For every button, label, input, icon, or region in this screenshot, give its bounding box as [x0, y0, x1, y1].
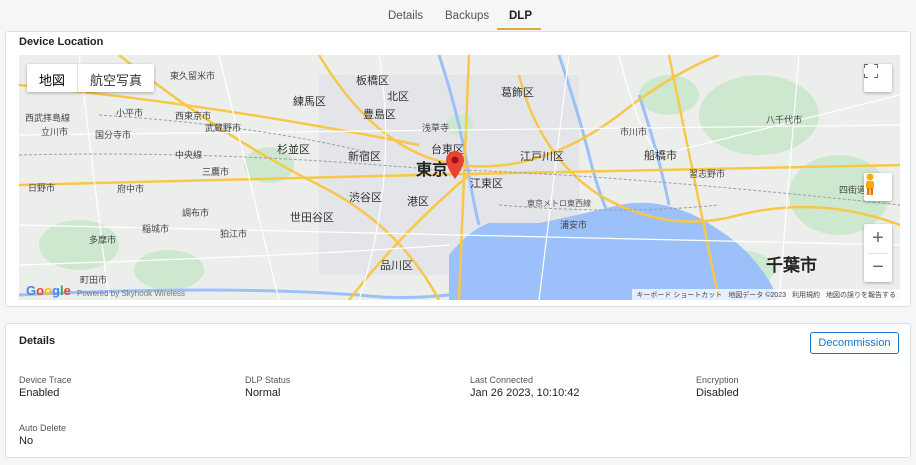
map-label: 船橋市: [644, 150, 677, 162]
map-label: 狛江市: [220, 229, 248, 239]
map-label: 立川市: [41, 127, 69, 137]
report-error-link[interactable]: 地図の誤りを報告する: [826, 290, 896, 300]
tab-backups[interactable]: Backups: [445, 10, 489, 22]
active-tab-indicator: [497, 28, 541, 30]
map-attribution: キーボード ショートカット 地図データ ©2023 利用規約 地図の誤りを報告す…: [632, 289, 900, 300]
auto-delete-label: Auto Delete: [19, 423, 67, 433]
map-label: 練馬区: [293, 96, 326, 108]
details-title: Details: [19, 335, 56, 347]
device-location-card: Device Location 東京 板橋区 北区 葛飾区 練馬区 豊島区 台東…: [5, 31, 911, 307]
map-label: 豊島区: [363, 109, 396, 121]
google-logo[interactable]: Google: [26, 283, 71, 298]
tab-details[interactable]: Details: [388, 10, 423, 22]
map-label: 西武拝島線: [25, 113, 71, 123]
map-label: 江戸川区: [520, 151, 564, 163]
map-label: 北区: [387, 91, 409, 103]
map-label: 板橋区: [356, 75, 389, 87]
map-label: 小平市: [116, 108, 144, 118]
terms-link[interactable]: 利用規約: [792, 290, 820, 300]
map-label: 品川区: [380, 260, 413, 272]
map-label: 渋谷区: [349, 192, 382, 204]
map-label: 千葉市: [766, 256, 817, 275]
map-label-tokyo: 東京: [416, 162, 449, 179]
device-trace-value: Enabled: [19, 387, 60, 399]
map-label: 東京メトロ東西線: [527, 199, 591, 208]
map-label: 市川市: [620, 127, 648, 137]
map-label: 府中市: [117, 184, 145, 194]
keyboard-shortcuts-link[interactable]: キーボード ショートカット: [636, 290, 722, 300]
details-card: Details Decommission Device Trace Enable…: [5, 323, 911, 458]
map-label: 国分寺市: [95, 130, 132, 140]
map-label: 調布市: [182, 208, 210, 218]
map-type-satellite-button[interactable]: 航空写真: [78, 64, 154, 92]
last-connected-label: Last Connected: [470, 375, 534, 385]
fullscreen-icon: [864, 64, 878, 78]
map-label: 習志野市: [689, 169, 726, 179]
zoom-controls: + −: [864, 224, 892, 282]
auto-delete-value: No: [19, 435, 34, 447]
map-label: 町田市: [80, 275, 108, 285]
map-label: 東久留米市: [170, 71, 216, 81]
map-data-text: 地図データ ©2023: [728, 292, 786, 299]
zoom-out-button[interactable]: −: [864, 253, 892, 282]
pegman-icon: [866, 173, 874, 195]
map-type-map-button[interactable]: 地図: [27, 64, 79, 92]
map-label: 中央線: [175, 150, 203, 160]
map-label: 江東区: [470, 178, 503, 190]
dlp-status-label: DLP Status: [245, 375, 291, 385]
map-label: 浅草寺: [422, 123, 450, 133]
map-label: 港区: [407, 196, 429, 208]
decommission-button[interactable]: Decommission: [810, 332, 899, 354]
map-label: 多摩市: [89, 235, 117, 245]
map-label: 三鷹市: [202, 167, 230, 177]
map-label: 日野市: [28, 183, 56, 193]
zoom-in-button[interactable]: +: [864, 224, 892, 253]
map-label: 八千代市: [766, 115, 803, 125]
map-label: 新宿区: [348, 151, 381, 163]
map[interactable]: 東京 板橋区 北区 葛飾区 練馬区 豊島区 台東区 杉並区 新宿区 江戸川区 江…: [19, 55, 900, 300]
dlp-status-value: Normal: [245, 387, 281, 399]
device-location-title: Device Location: [19, 36, 104, 48]
map-label: 杉並区: [277, 144, 310, 156]
tab-bar: Details Backups DLP: [0, 0, 916, 32]
map-label: 武蔵野市: [205, 123, 242, 133]
map-label: 四街道: [839, 185, 867, 195]
street-view-button[interactable]: [864, 173, 892, 201]
last-connected-value: Jan 26 2023, 10:10:42: [470, 387, 580, 399]
zoom-divider: [868, 253, 888, 254]
fullscreen-button[interactable]: [864, 64, 892, 92]
map-label: 葛飾区: [501, 87, 534, 99]
encryption-label: Encryption: [696, 375, 739, 385]
encryption-value: Disabled: [696, 387, 739, 399]
map-label: 稲城市: [142, 224, 170, 234]
tab-dlp[interactable]: DLP: [509, 10, 532, 22]
minus-icon: −: [872, 256, 884, 278]
map-label: 浦安市: [560, 220, 588, 230]
map-label: 世田谷区: [290, 212, 334, 224]
location-marker-icon[interactable]: [446, 151, 464, 179]
device-trace-label: Device Trace: [19, 375, 72, 385]
powered-by-text: Powered by Skyhook Wireless: [77, 289, 186, 298]
plus-icon: +: [872, 227, 884, 249]
map-type-toggle: 地図 航空写真: [27, 64, 155, 92]
